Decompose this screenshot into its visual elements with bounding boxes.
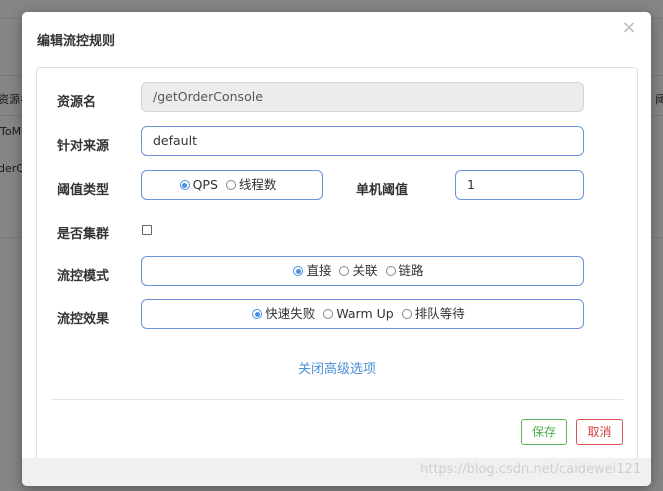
radio-unchecked-icon bbox=[401, 309, 412, 319]
behavior-option-fail-fast[interactable]: 快速失败 bbox=[252, 300, 315, 328]
resource-input[interactable]: /getOrderConsole bbox=[141, 82, 584, 112]
strategy-label: 流控模式 bbox=[57, 269, 110, 284]
limit-app-label: 针对来源 bbox=[57, 139, 110, 154]
strategy-option-relate[interactable]: 关联 bbox=[339, 257, 378, 285]
behavior-option-queue[interactable]: 排队等待 bbox=[401, 300, 465, 328]
grade-option-qps[interactable]: QPS bbox=[179, 171, 218, 199]
grade-label: 阈值类型 bbox=[57, 183, 110, 198]
radio-checked-icon bbox=[179, 180, 190, 190]
form-divider bbox=[51, 399, 623, 400]
behavior-option-warm-up[interactable]: Warm Up bbox=[323, 300, 394, 328]
grade-option-threads[interactable]: 线程数 bbox=[225, 171, 276, 199]
radio-unchecked-icon bbox=[225, 180, 236, 190]
rule-form: 资源名 /getOrderConsole 针对来源 default 阈值类型 Q… bbox=[36, 67, 638, 462]
edit-flow-rule-dialog: 编辑流控规则 × 资源名 /getOrderConsole 针对来源 defau… bbox=[22, 12, 651, 486]
cluster-label: 是否集群 bbox=[57, 227, 110, 242]
strategy-option-chain[interactable]: 链路 bbox=[385, 257, 424, 285]
dialog-header: 编辑流控规则 × bbox=[22, 12, 651, 64]
control-behavior-label: 流控效果 bbox=[57, 312, 110, 327]
count-label: 单机阈值 bbox=[356, 183, 409, 198]
grade-radio-group: QPS 线程数 bbox=[141, 170, 323, 200]
radio-unchecked-icon bbox=[385, 266, 396, 276]
cancel-button[interactable]: 取消 bbox=[576, 419, 623, 445]
cluster-checkbox[interactable] bbox=[142, 225, 152, 235]
control-behavior-radio-group: 快速失败 Warm Up 排队等待 bbox=[141, 299, 584, 329]
radio-unchecked-icon bbox=[339, 266, 350, 276]
watermark: https://blog.csdn.net/caidewei121 bbox=[420, 462, 642, 477]
radio-checked-icon bbox=[252, 309, 263, 319]
dialog-title: 编辑流控规则 bbox=[37, 34, 116, 49]
strategy-option-direct[interactable]: 直接 bbox=[293, 257, 331, 285]
toggle-advanced-options-link[interactable]: 关闭高级选项 bbox=[37, 358, 637, 377]
strategy-radio-group: 直接 关联 链路 bbox=[141, 256, 584, 286]
save-button[interactable]: 保存 bbox=[521, 419, 567, 445]
limit-app-input[interactable]: default bbox=[141, 126, 584, 156]
count-input[interactable]: 1 bbox=[455, 170, 584, 200]
close-icon[interactable]: × bbox=[619, 18, 639, 38]
resource-label: 资源名 bbox=[57, 95, 97, 110]
radio-unchecked-icon bbox=[323, 309, 334, 319]
radio-checked-icon bbox=[293, 266, 304, 276]
